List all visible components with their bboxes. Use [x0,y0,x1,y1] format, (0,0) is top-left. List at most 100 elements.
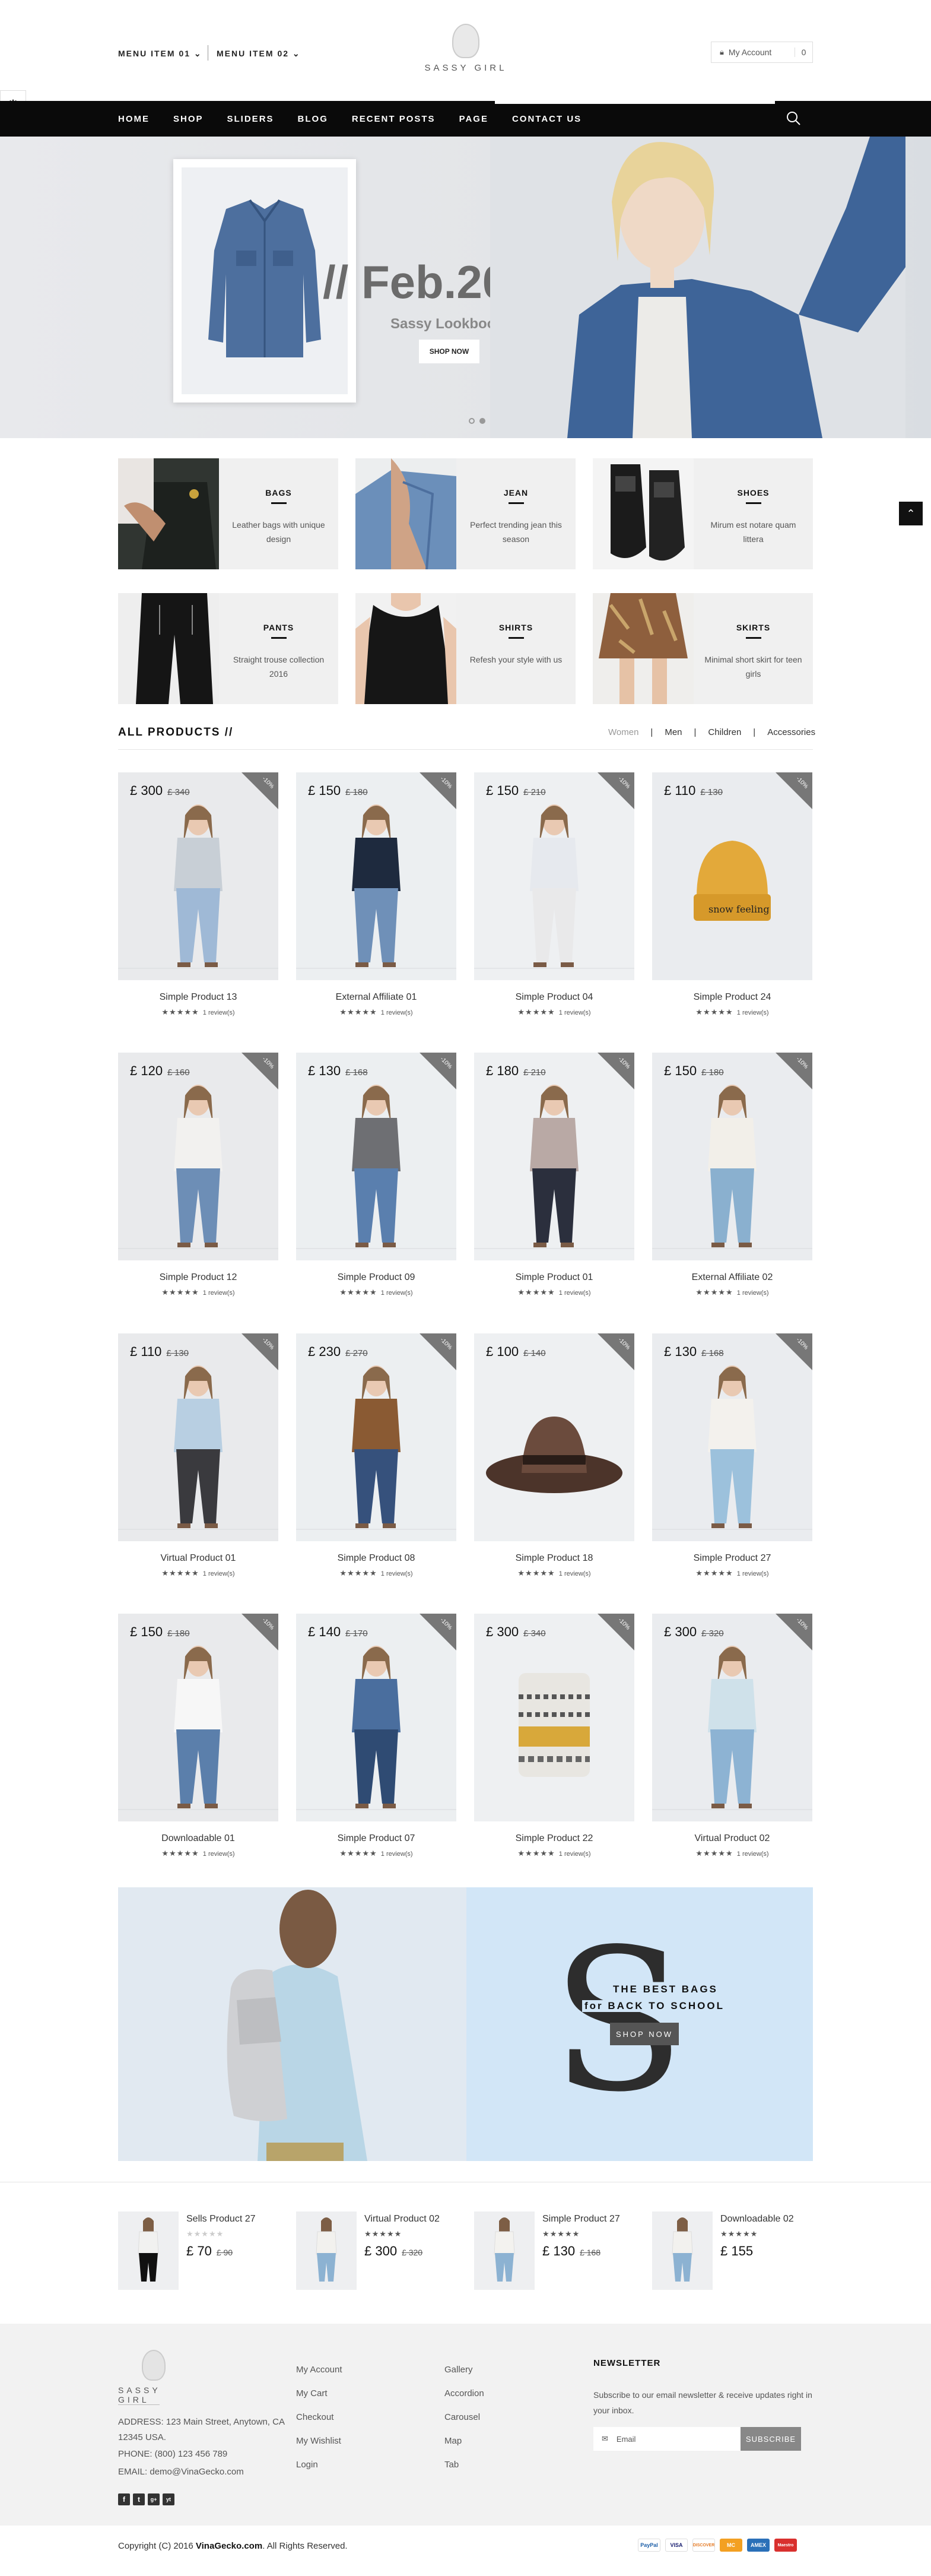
product-name[interactable]: Simple Product 24 [652,992,812,1003]
product-card[interactable]: snow feeling £ 110 £ 130 -10% Simple Prod… [652,772,812,1017]
product-card[interactable]: £ 150 £ 180 -10% External Affiliate 01 ★★… [296,772,456,1017]
product-image[interactable]: £ 180 £ 210 -10% [474,1053,634,1260]
product-name[interactable]: Simple Product 08 [296,1553,456,1564]
nav-item-page[interactable]: PAGE [459,114,488,124]
tab-women[interactable]: Women [596,727,650,737]
footer-link-login[interactable]: Login [296,2453,342,2477]
footer-logo[interactable]: SASSY GIRL [118,2350,189,2404]
footer-link-accordion[interactable]: Accordion [444,2382,484,2406]
product-image[interactable]: £ 300 £ 320 -10% [652,1614,812,1821]
product-card[interactable]: £ 110 £ 130 -10% Virtual Product 01 ★★★★★… [118,1333,278,1578]
footer-link-gallery[interactable]: Gallery [444,2358,484,2382]
product-name[interactable]: Simple Product 07 [296,1833,456,1844]
category-jean[interactable]: JEAN Perfect trending jean this season [355,458,576,569]
product-card[interactable]: £ 180 £ 210 -10% Simple Product 01 ★★★★★ … [474,1053,634,1297]
hero-shop-now-button[interactable]: SHOP NOW [419,340,479,363]
product-card[interactable]: £ 300 £ 340 -10% Simple Product 13 ★★★★★ … [118,772,278,1017]
product-card[interactable]: £ 130 £ 168 -10% Simple Product 27 ★★★★★ … [652,1333,812,1578]
product-name[interactable]: Simple Product 04 [474,992,634,1003]
featured-product[interactable]: Simple Product 27 ★★★★★ £ 130 £ 168 [474,2211,634,2292]
footer-link-map[interactable]: Map [444,2429,484,2453]
product-image[interactable]: £ 300 £ 340 -10% [474,1614,634,1821]
nav-item-blog[interactable]: BLOG [298,114,328,124]
footer-link-tab[interactable]: Tab [444,2453,484,2477]
product-name[interactable]: Virtual Product 01 [118,1553,278,1564]
footer-link-checkout[interactable]: Checkout [296,2406,342,2429]
google-plus-icon[interactable]: g+ [148,2493,160,2505]
twitter-icon[interactable]: t [133,2493,145,2505]
featured-product-name[interactable]: Simple Product 27 [542,2214,620,2225]
newsletter-email-field[interactable]: ✉ Email [593,2427,741,2451]
slider-dot-active[interactable] [479,418,485,424]
site-logo[interactable]: SASSY GIRL [415,24,516,73]
product-image[interactable]: £ 120 £ 160 -10% [118,1053,278,1260]
account-button[interactable]: 🔒︎ My Account 0 [711,42,813,63]
product-name[interactable]: Downloadable 01 [118,1833,278,1844]
product-image[interactable]: £ 300 £ 340 -10% [118,772,278,980]
product-name[interactable]: Simple Product 09 [296,1272,456,1283]
product-card[interactable]: £ 300 £ 320 -10% Virtual Product 02 ★★★★★… [652,1614,812,1858]
footer-link-my-cart[interactable]: My Cart [296,2382,342,2406]
product-image[interactable]: £ 150 £ 210 -10% [474,772,634,980]
tab-accessories[interactable]: Accessories [755,727,815,737]
nav-item-contact-us[interactable]: CONTACT US [512,114,582,124]
tab-children[interactable]: Children [696,727,753,737]
product-name[interactable]: Simple Product 01 [474,1272,634,1283]
product-name[interactable]: Simple Product 22 [474,1833,634,1844]
featured-product[interactable]: Downloadable 02 ★★★★★ £ 155 [652,2211,812,2292]
product-image[interactable]: £ 150 £ 180 -10% [296,772,456,980]
product-card[interactable]: £ 150 £ 180 -10% Downloadable 01 ★★★★★ 1 … [118,1614,278,1858]
featured-product-name[interactable]: Sells Product 27 [186,2214,256,2225]
category-shirts[interactable]: SHIRTS Refesh your style with us [355,593,576,704]
category-bags[interactable]: BAGS Leather bags with unique design [118,458,338,569]
menu-item-01[interactable]: MENU ITEM 01 ⌄ [118,49,202,59]
menu-item-02[interactable]: MENU ITEM 02 ⌄ [217,49,301,59]
featured-product-image[interactable] [652,2211,713,2290]
nav-item-home[interactable]: HOME [118,114,150,124]
subscribe-button[interactable]: SUBSCRIBE [741,2427,801,2451]
product-name[interactable]: Simple Product 18 [474,1553,634,1564]
youtube-icon[interactable]: yt [163,2493,174,2505]
category-skirts[interactable]: SKIRTS Minimal short skirt for teen girl… [593,593,813,704]
facebook-icon[interactable]: f [118,2493,130,2505]
product-name[interactable]: Simple Product 12 [118,1272,278,1283]
tab-men[interactable]: Men [653,727,694,737]
nav-item-shop[interactable]: SHOP [173,114,204,124]
featured-product-image[interactable] [474,2211,535,2290]
product-name[interactable]: Simple Product 13 [118,992,278,1003]
category-pants[interactable]: PANTS Straight trouse collection 2016 [118,593,338,704]
product-card[interactable]: £ 120 £ 160 -10% Simple Product 12 ★★★★★ … [118,1053,278,1297]
promo-banner[interactable] [118,1887,813,2161]
product-name[interactable]: External Affiliate 01 [296,992,456,1003]
product-image[interactable]: £ 150 £ 180 -10% [652,1053,812,1260]
product-image[interactable]: £ 130 £ 168 -10% [296,1053,456,1260]
product-card[interactable]: £ 140 £ 170 -10% Simple Product 07 ★★★★★ … [296,1614,456,1858]
featured-product[interactable]: Virtual Product 02 ★★★★★ £ 300 £ 320 [296,2211,456,2292]
product-card[interactable]: £ 130 £ 168 -10% Simple Product 09 ★★★★★ … [296,1053,456,1297]
footer-email-link[interactable]: demo@VinaGecko.com [150,2467,243,2477]
footer-link-my-account[interactable]: My Account [296,2358,342,2382]
product-image[interactable]: £ 110 £ 130 -10% [118,1333,278,1541]
nav-item-sliders[interactable]: SLIDERS [227,114,274,124]
product-image[interactable]: £ 140 £ 170 -10% [296,1614,456,1821]
featured-product-image[interactable] [118,2211,179,2290]
copyright-brand-link[interactable]: VinaGecko.com [196,2541,262,2551]
featured-product-name[interactable]: Downloadable 02 [720,2214,794,2225]
product-card[interactable]: £ 150 £ 210 -10% Simple Product 04 ★★★★★ … [474,772,634,1017]
banner-shop-now-button[interactable]: SHOP NOW [610,2023,679,2045]
product-image[interactable]: £ 150 £ 180 -10% [118,1614,278,1821]
footer-link-carousel[interactable]: Carousel [444,2406,484,2429]
product-image[interactable]: snow feeling £ 110 £ 130 -10% [652,772,812,980]
featured-product[interactable]: Sells Product 27 ★★★★★ £ 70 £ 90 [118,2211,278,2292]
nav-item-recent-posts[interactable]: RECENT POSTS [352,114,436,124]
featured-product-image[interactable] [296,2211,357,2290]
product-image[interactable]: £ 100 £ 140 -10% [474,1333,634,1541]
hero-slider[interactable]: // Feb.2016 Sassy Lookbook SHOP NOW [0,137,931,438]
product-card[interactable]: £ 100 £ 140 -10% Simple Product 18 ★★★★★ … [474,1333,634,1578]
product-name[interactable]: External Affiliate 02 [652,1272,812,1283]
scroll-to-top-button[interactable]: ⌃ [899,502,923,525]
product-image[interactable]: £ 130 £ 168 -10% [652,1333,812,1541]
featured-product-name[interactable]: Virtual Product 02 [364,2214,440,2225]
slider-dot[interactable] [469,418,475,424]
footer-link-my-wishlist[interactable]: My Wishlist [296,2429,342,2453]
